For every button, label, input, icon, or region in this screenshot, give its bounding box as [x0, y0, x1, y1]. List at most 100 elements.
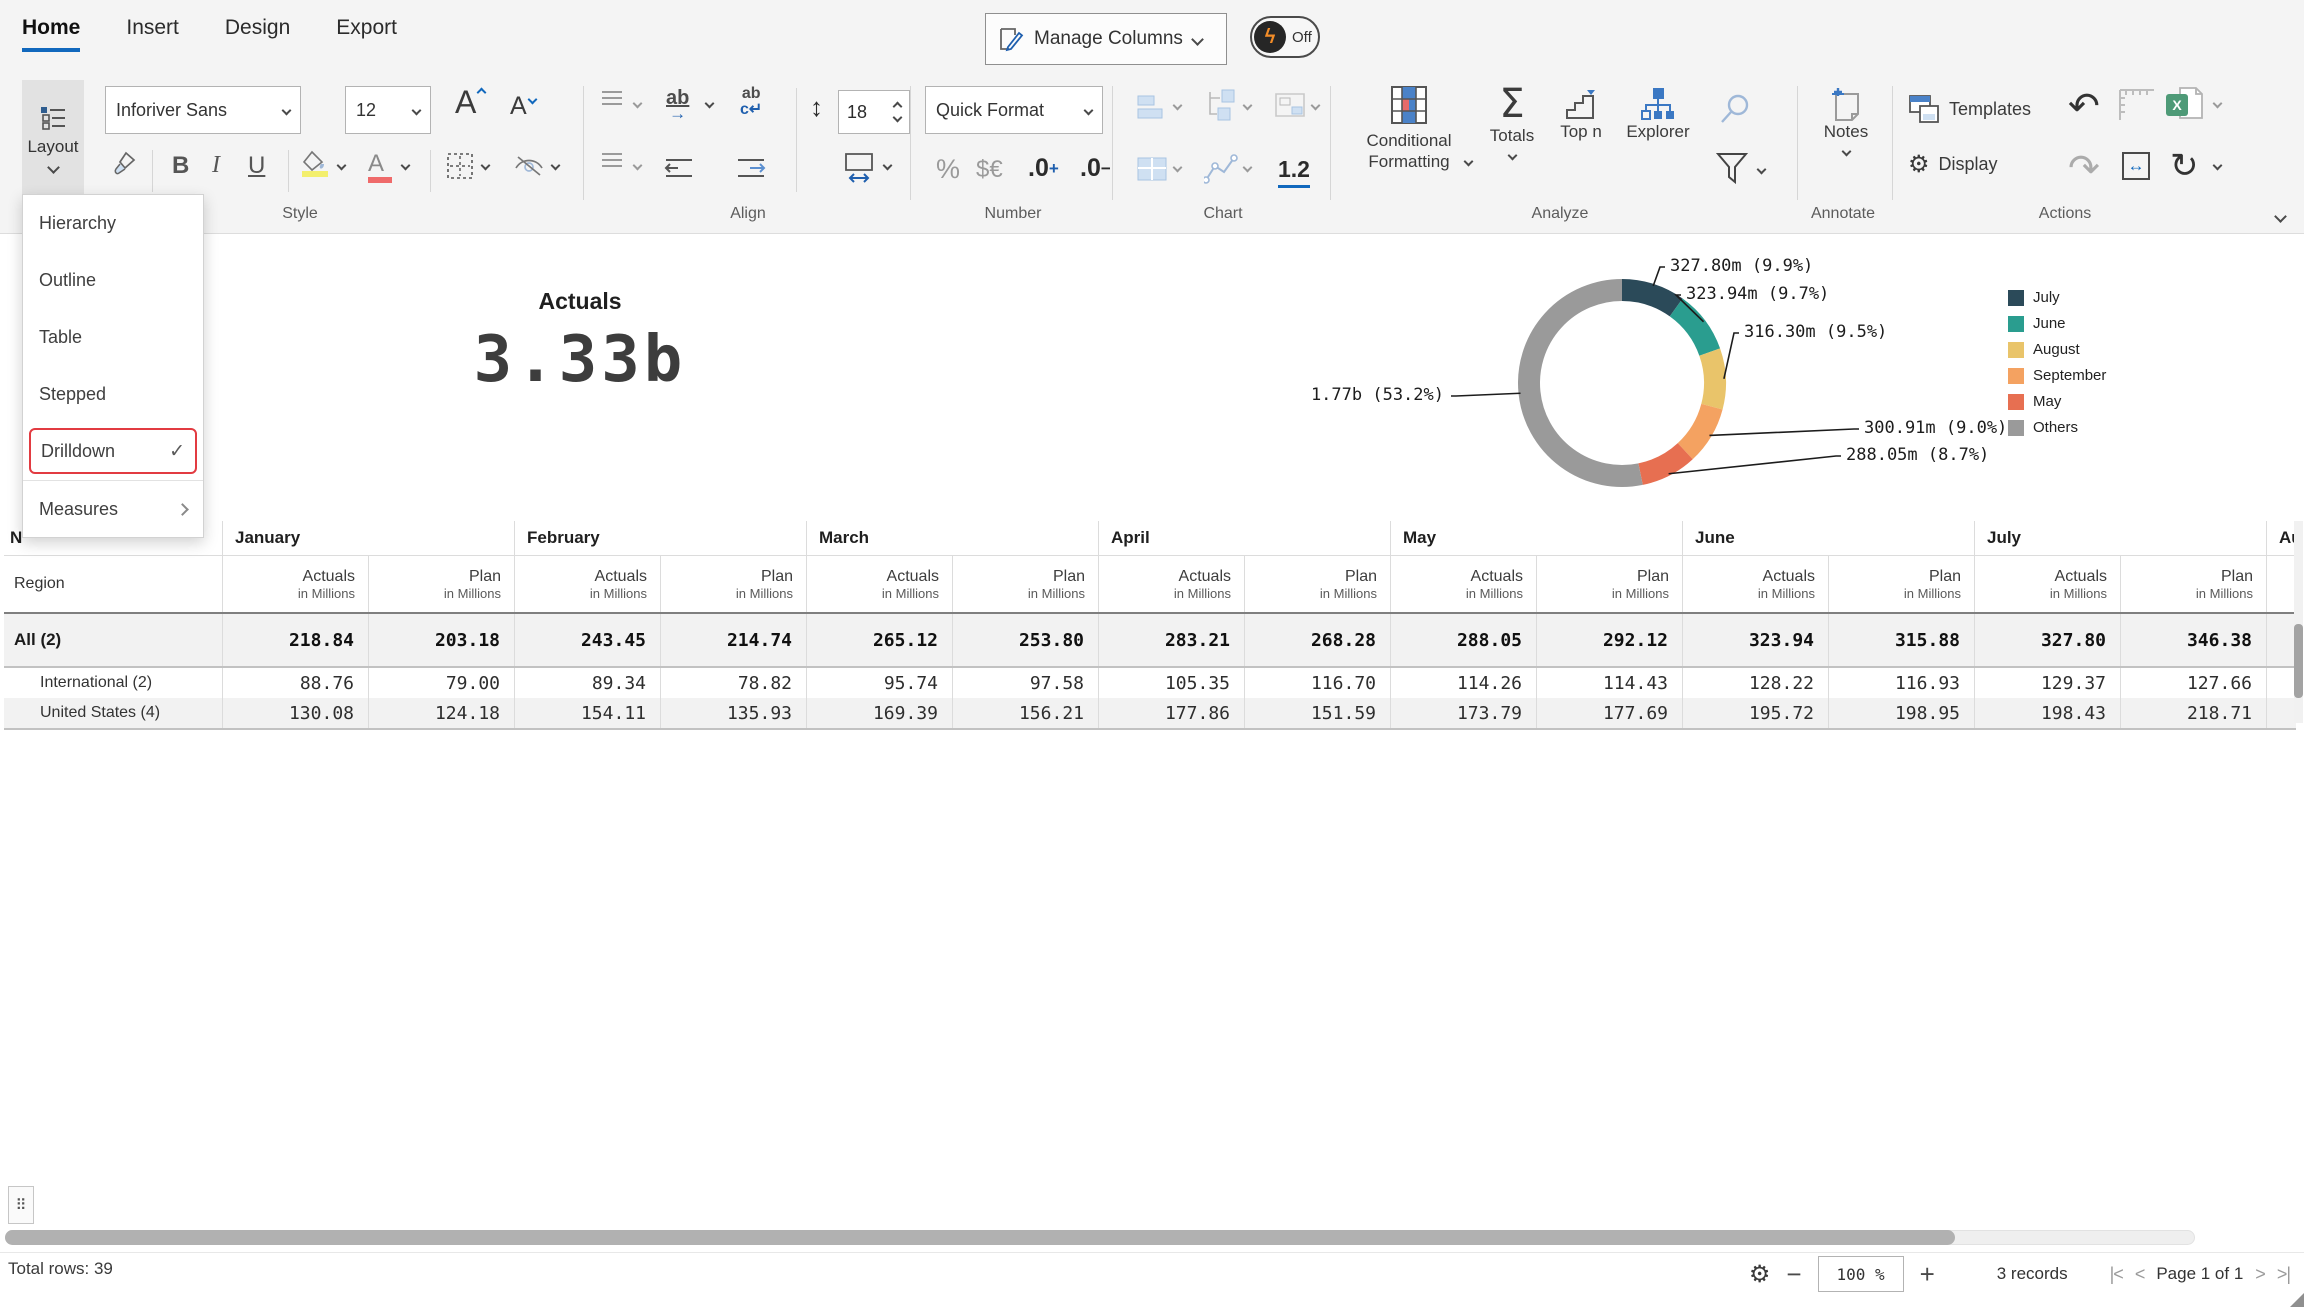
increase-indent-icon[interactable]	[736, 158, 766, 178]
legend-item-others[interactable]: Others	[2008, 419, 2106, 436]
value-cell[interactable]: 195.72	[1683, 698, 1829, 728]
menu-item-drilldown[interactable]: Drilldown✓	[29, 428, 197, 474]
font-family-select[interactable]: Inforiver Sans	[105, 86, 301, 134]
value-cell[interactable]: 346.38	[2121, 614, 2267, 666]
menu-item-stepped[interactable]: Stepped	[23, 366, 203, 423]
value-cell[interactable]: 105.35	[1099, 668, 1245, 698]
value-cell[interactable]: 130.08	[223, 698, 369, 728]
value-cell[interactable]	[2267, 614, 2296, 666]
resize-corner-handle[interactable]	[2290, 1293, 2304, 1307]
value-cell[interactable]: 218.84	[223, 614, 369, 666]
value-cell[interactable]: 214.74	[661, 614, 807, 666]
value-cell[interactable]: 169.39	[807, 698, 953, 728]
value-cell[interactable]: 203.18	[369, 614, 515, 666]
value-cell[interactable]: 151.59	[1245, 698, 1391, 728]
value-cell[interactable]: 177.86	[1099, 698, 1245, 728]
table-chart-icon[interactable]	[1136, 156, 1168, 182]
currency-format-icon[interactable]: $€	[976, 156, 1003, 184]
line-chart-icon[interactable]	[1204, 154, 1238, 184]
measure-header-plan[interactable]: Planin Millions	[1537, 556, 1683, 612]
measure-header-plan[interactable]: Planin Millions	[2121, 556, 2267, 612]
increase-font-size-button[interactable]: A	[455, 84, 485, 121]
export-excel-icon[interactable]: X	[2170, 86, 2204, 120]
value-cell[interactable]: 116.70	[1245, 668, 1391, 698]
totals-button[interactable]: Σ Totals	[1480, 84, 1544, 164]
value-cell[interactable]: 95.74	[807, 668, 953, 698]
value-cell[interactable]: 78.82	[661, 668, 807, 698]
table-row-international[interactable]: International (2)88.7679.0089.3478.8295.…	[4, 668, 2296, 698]
measure-header-actuals[interactable]: Actualsin Millions	[807, 556, 953, 612]
value-cell[interactable]: 283.21	[1099, 614, 1245, 666]
decrease-indent-icon[interactable]	[664, 158, 694, 178]
fit-width-icon[interactable]: ↔	[2122, 152, 2150, 180]
menu-item-hierarchy[interactable]: Hierarchy	[23, 195, 203, 252]
conditional-formatting-button[interactable]: Conditional Formatting	[1348, 84, 1470, 173]
font-color-button[interactable]: A	[368, 150, 384, 178]
value-cell[interactable]: 114.26	[1391, 668, 1537, 698]
measure-header-actuals[interactable]: Actualsin Millions	[1099, 556, 1245, 612]
value-cell[interactable]: 218.71	[2121, 698, 2267, 728]
measure-header-actuals[interactable]: Actualsin Millions	[223, 556, 369, 612]
chart-decimals-icon[interactable]: 1.2	[1278, 156, 1310, 188]
value-cell[interactable]: 265.12	[807, 614, 953, 666]
legend-item-june[interactable]: June	[2008, 315, 2106, 332]
month-header-august[interactable]: August	[2267, 521, 2296, 555]
value-cell[interactable]: 97.58	[953, 668, 1099, 698]
zoom-out-button[interactable]: −	[1786, 1261, 1801, 1287]
underline-button[interactable]: U	[248, 152, 265, 180]
explorer-button[interactable]: Explorer	[1616, 86, 1700, 142]
measure-header-actuals[interactable]: Actualsin Millions	[1683, 556, 1829, 612]
tab-export[interactable]: Export	[336, 16, 397, 52]
power-toggle[interactable]: ϟ Off	[1250, 16, 1320, 58]
measure-header-plan[interactable]: Planin Millions	[661, 556, 807, 612]
value-cell[interactable]: 243.45	[515, 614, 661, 666]
value-cell[interactable]: 129.37	[1975, 668, 2121, 698]
value-cell[interactable]: 124.18	[369, 698, 515, 728]
measure-header-plan[interactable]: Planin Millions	[1245, 556, 1391, 612]
value-cell[interactable]: 127.66	[2121, 668, 2267, 698]
measure-header-actuals[interactable]: Actualsin Millions	[2267, 556, 2296, 612]
font-size-select[interactable]: 12	[345, 86, 431, 134]
format-painter-icon[interactable]	[110, 150, 138, 178]
hierarchy-chart-icon[interactable]	[1204, 88, 1238, 122]
value-cell[interactable]: 154.11	[515, 698, 661, 728]
wrap-text-icon[interactable]: ab c↵	[740, 86, 762, 118]
value-cell[interactable]: 156.21	[953, 698, 1099, 728]
templates-button[interactable]: Templates	[1908, 94, 2031, 124]
italic-button[interactable]: I	[212, 152, 220, 179]
month-header-may[interactable]: May	[1391, 521, 1683, 555]
layout-button[interactable]: Layout	[22, 80, 84, 196]
undo-icon[interactable]: ↶	[2068, 84, 2100, 129]
tab-home[interactable]: Home	[22, 16, 80, 52]
row-label[interactable]: United States (4)	[4, 698, 223, 728]
month-header-march[interactable]: March	[807, 521, 1099, 555]
measure-header-actuals[interactable]: Actualsin Millions	[1391, 556, 1537, 612]
value-cell[interactable]: 292.12	[1537, 614, 1683, 666]
hide-values-icon[interactable]	[514, 154, 544, 178]
month-header-july[interactable]: July	[1975, 521, 2267, 555]
table-row-united[interactable]: United States (4)130.08124.18154.11135.9…	[4, 698, 2296, 730]
value-cell[interactable]: 253.80	[953, 614, 1099, 666]
value-cell[interactable]: 116.93	[1829, 668, 1975, 698]
measure-header-actuals[interactable]: Actualsin Millions	[515, 556, 661, 612]
legend-item-august[interactable]: August	[2008, 341, 2106, 358]
month-header-february[interactable]: February	[515, 521, 807, 555]
bold-button[interactable]: B	[172, 152, 189, 180]
row-label[interactable]: All (2)	[4, 614, 223, 666]
table-row-all[interactable]: All (2)218.84203.18243.45214.74265.12253…	[4, 614, 2296, 668]
value-cell[interactable]: 128.22	[1683, 668, 1829, 698]
month-header-june[interactable]: June	[1683, 521, 1975, 555]
filter-funnel-icon[interactable]	[1716, 152, 1748, 186]
bar-chart-icon[interactable]	[1136, 92, 1168, 122]
increase-decimal-icon[interactable]: .0+	[1028, 154, 1059, 183]
redo-icon[interactable]: ↷	[2068, 146, 2100, 191]
row-height-stepper[interactable]: 18	[838, 90, 910, 134]
value-cell[interactable]: 315.88	[1829, 614, 1975, 666]
next-page-icon[interactable]: >	[2255, 1264, 2265, 1285]
menu-item-measures[interactable]: Measures	[23, 480, 203, 537]
measure-header-actuals[interactable]: Actualsin Millions	[1975, 556, 2121, 612]
waterfall-chart-icon[interactable]	[1274, 90, 1308, 120]
value-cell[interactable]: 177.69	[1537, 698, 1683, 728]
value-cell[interactable]: 198.95	[1829, 698, 1975, 728]
notes-button[interactable]: Notes	[1812, 86, 1880, 160]
